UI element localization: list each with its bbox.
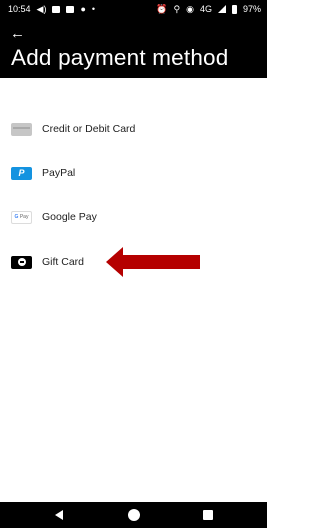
image-notification-icon — [52, 5, 61, 13]
payment-method-credit-card[interactable]: Credit or Debit Card — [0, 109, 267, 149]
page-title: Add payment method — [11, 45, 229, 70]
payment-method-paypal[interactable]: P PayPal — [0, 153, 267, 193]
back-arrow-icon[interactable]: ← — [10, 26, 25, 41]
battery-level: 97% — [242, 4, 261, 14]
message-notification-icon — [66, 5, 75, 13]
status-left: 10:54 ◀) ● • — [8, 4, 95, 14]
messenger-icon: ● — [80, 3, 86, 14]
navigation-bar — [0, 502, 267, 528]
payment-method-label: Gift Card — [42, 256, 85, 268]
status-bar: 10:54 ◀) ● • ⏰ ⚲ ◉ 4G 97% — [0, 0, 267, 18]
more-notifications-icon: • — [91, 3, 96, 14]
alarm-icon: ⏰ — [156, 3, 168, 14]
network-type: 4G — [199, 4, 212, 14]
red-arrow-icon — [106, 247, 200, 277]
battery-icon — [231, 4, 237, 14]
nav-home-icon[interactable] — [128, 509, 140, 521]
payment-method-google-pay[interactable]: G Pay Google Pay — [0, 197, 267, 237]
gift-card-icon — [11, 255, 32, 269]
signal-icon — [217, 5, 226, 13]
eye-icon: ◉ — [186, 3, 194, 14]
volume-icon: ◀) — [36, 3, 47, 14]
location-icon: ⚲ — [173, 3, 181, 14]
payment-method-label: Credit or Debit Card — [42, 123, 136, 135]
status-time: 10:54 — [8, 4, 31, 14]
app-header: ← Add payment method — [0, 18, 267, 78]
payment-method-label: Google Pay — [42, 211, 97, 223]
nav-back-icon[interactable] — [55, 510, 63, 520]
credit-card-icon — [11, 122, 32, 136]
payment-method-label: PayPal — [42, 167, 76, 179]
paypal-icon: P — [11, 166, 32, 180]
google-pay-icon: G Pay — [11, 210, 32, 224]
nav-recents-icon[interactable] — [203, 510, 213, 520]
status-right: ⏰ ⚲ ◉ 4G 97% — [156, 4, 261, 14]
